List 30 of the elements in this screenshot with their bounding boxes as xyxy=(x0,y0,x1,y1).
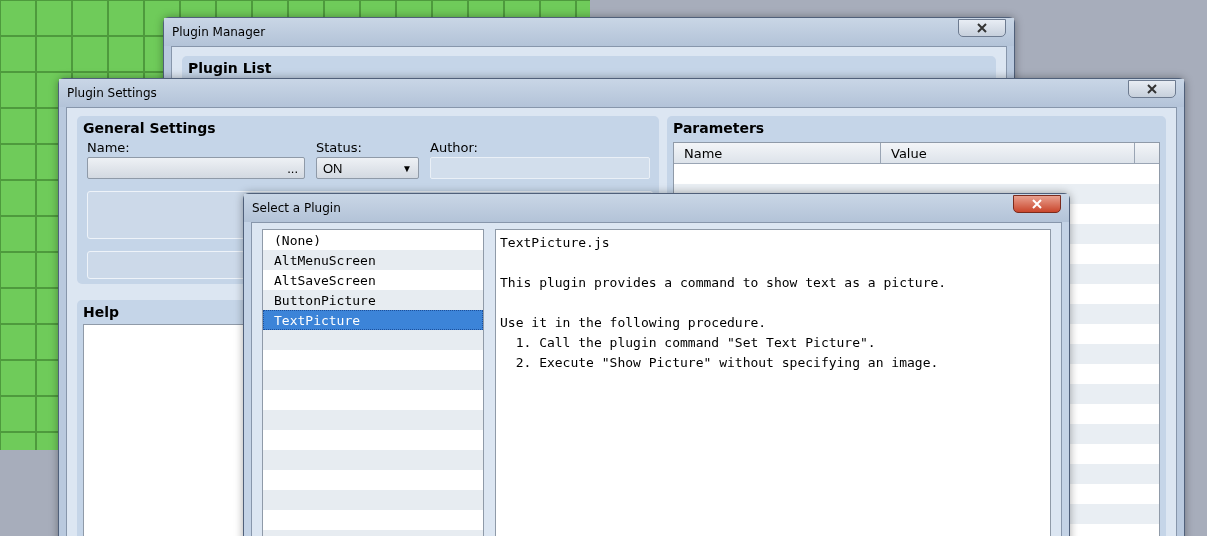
window-title: Select a Plugin xyxy=(252,201,341,215)
plugin-list-item[interactable]: (None) xyxy=(263,230,483,250)
plugin-list-item[interactable]: TextPicture xyxy=(263,310,483,330)
panel-title: General Settings xyxy=(83,120,217,136)
field-label: Name: xyxy=(87,140,131,155)
description-line: Use it in the following procedure. xyxy=(500,314,768,332)
close-icon xyxy=(976,23,988,33)
window-title: Plugin Settings xyxy=(67,86,157,100)
close-button[interactable] xyxy=(1013,195,1061,213)
field-label: Status: xyxy=(316,140,363,155)
close-button[interactable] xyxy=(1128,80,1176,98)
panel-title: Parameters xyxy=(673,120,766,136)
status-dropdown[interactable]: ON ▼ xyxy=(316,157,419,179)
plugin-list-item[interactable]: AltMenuScreen xyxy=(263,250,483,270)
column-header[interactable]: Name xyxy=(674,143,881,163)
panel-title: Plugin List xyxy=(188,60,273,76)
description-line: 1. Call the plugin command "Set Text Picture". xyxy=(514,334,877,352)
close-button[interactable] xyxy=(958,19,1006,37)
description-line: 2. Execute "Show Picture" without specifying an image. xyxy=(514,354,940,372)
column-header[interactable]: Value xyxy=(881,143,1135,163)
author-field[interactable] xyxy=(430,157,650,179)
description-line: TextPicture.js xyxy=(500,234,611,252)
close-icon xyxy=(1031,199,1043,209)
plugin-list-item[interactable]: AltSaveScreen xyxy=(263,270,483,290)
plugin-list-item[interactable]: ButtonPicture xyxy=(263,290,483,310)
description-line: This plugin provides a command to show text as a picture. xyxy=(500,274,948,292)
close-icon xyxy=(1146,84,1158,94)
field-label: Author: xyxy=(430,140,479,155)
name-field[interactable]: ... xyxy=(87,157,305,179)
window-title: Plugin Manager xyxy=(172,25,266,39)
